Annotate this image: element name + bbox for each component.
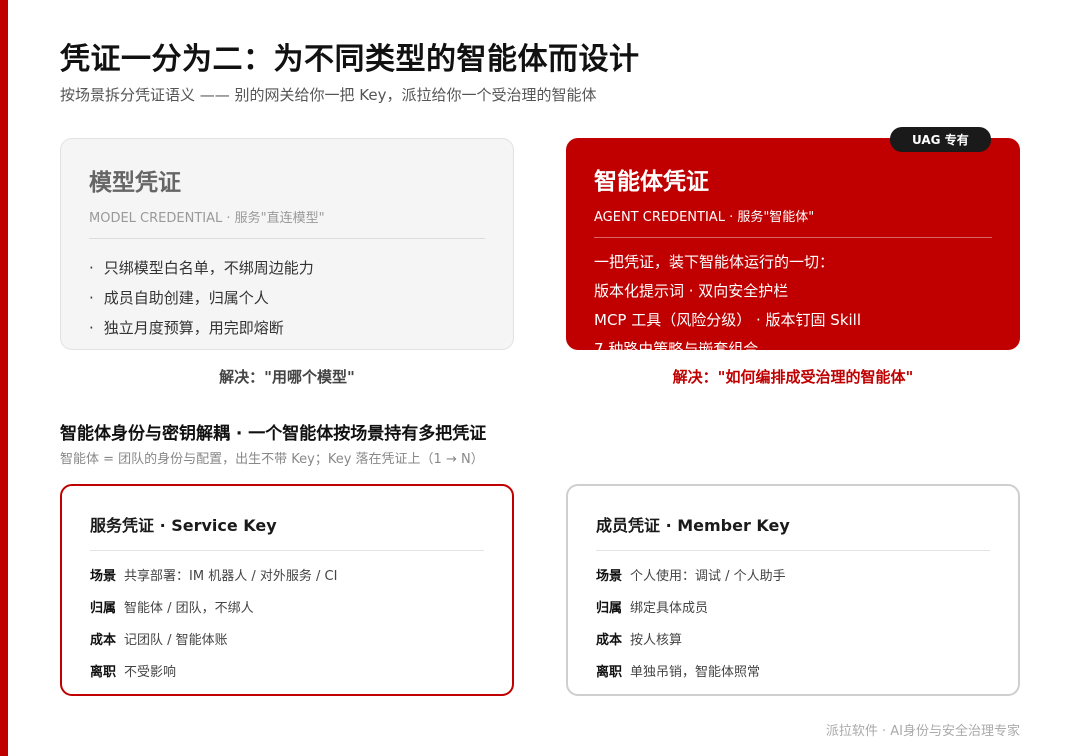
row-value: 绑定具体成员 — [630, 601, 709, 616]
list-item: 7 种路由策略与嵌套组合 — [594, 340, 759, 358]
row-value: 智能体 / 团队，不绑人 — [124, 601, 254, 616]
model-credential-code: MODEL CREDENTIAL · 服务"直连模型" — [89, 207, 485, 239]
model-solve-caption: 解决："用哪个模型" — [219, 368, 355, 386]
row-value: 单独吊销，智能体照常 — [630, 665, 761, 680]
section-title: 智能体身份与密钥解耦 · 一个智能体按场景持有多把凭证 — [60, 424, 487, 444]
agent-credential-lines: 一把凭证，装下智能体运行的一切： 版本化提示词 · 双向安全护栏 MCP 工具（… — [594, 248, 992, 364]
page-subtitle: 按场景拆分凭证语义 —— 别的网关给你一把 Key，派拉给你一个受治理的智能体 — [60, 86, 597, 104]
agent-solve-caption: 解决："如何编排成受治理的智能体" — [672, 368, 914, 386]
row-key: 场景 — [90, 569, 117, 584]
list-item: 成员自助创建，归属个人 — [89, 283, 485, 313]
table-row: 场景 共享部署：IM 机器人 / 对外服务 / CI — [90, 561, 484, 593]
agent-credential-code: AGENT CREDENTIAL · 服务"智能体" — [594, 206, 992, 238]
service-key-card: 服务凭证 · Service Key 场景 共享部署：IM 机器人 / 对外服务 … — [60, 484, 514, 696]
accent-bar — [0, 0, 8, 756]
row-value: 按人核算 — [630, 633, 683, 648]
row-value: 记团队 / 智能体账 — [124, 633, 228, 648]
row-value: 个人使用：调试 / 个人助手 — [630, 569, 786, 584]
table-row: 成本 记团队 / 智能体账 — [90, 625, 484, 657]
row-key: 离职 — [90, 665, 117, 680]
list-item: 版本化提示词 · 双向安全护栏 — [594, 282, 789, 300]
list-item: 独立月度预算，用完即熔断 — [89, 313, 485, 343]
row-value: 共享部署：IM 机器人 / 对外服务 / CI — [124, 569, 338, 584]
table-row: 场景 个人使用：调试 / 个人助手 — [596, 561, 990, 593]
table-row: 成本 按人核算 — [596, 625, 990, 657]
model-credential-card: 模型凭证 MODEL CREDENTIAL · 服务"直连模型" 只绑模型白名单… — [60, 138, 514, 350]
model-credential-title: 模型凭证 — [89, 170, 181, 196]
list-item: 只绑模型白名单，不绑周边能力 — [89, 253, 485, 283]
uag-exclusive-badge: UAG 专有 — [890, 127, 991, 152]
row-key: 成本 — [596, 633, 623, 648]
table-row: 归属 智能体 / 团队，不绑人 — [90, 593, 484, 625]
row-key: 场景 — [596, 569, 623, 584]
row-key: 成本 — [90, 633, 117, 648]
list-item: MCP 工具（风险分级） · 版本钉固 Skill — [594, 311, 862, 329]
row-key: 离职 — [596, 665, 623, 680]
page-title: 凭证一分为二：为不同类型的智能体而设计 — [60, 42, 640, 77]
row-key: 归属 — [90, 601, 117, 616]
table-row: 离职 单独吊销，智能体照常 — [596, 657, 990, 689]
member-key-card: 成员凭证 · Member Key 场景 个人使用：调试 / 个人助手 归属 绑定具… — [566, 484, 1020, 696]
agent-credential-card: 智能体凭证 AGENT CREDENTIAL · 服务"智能体" 一把凭证，装下… — [566, 138, 1020, 358]
table-row: 离职 不受影响 — [90, 657, 484, 689]
row-key: 归属 — [596, 601, 623, 616]
agent-credential-title: 智能体凭证 — [594, 169, 709, 195]
row-value: 不受影响 — [124, 665, 177, 680]
footer-brand: 派拉软件 · AI身份与安全治理专家 — [825, 724, 1020, 739]
section-subtitle: 智能体 = 团队的身份与配置，出生不带 Key；Key 落在凭证上（1 → N） — [60, 452, 484, 467]
service-key-title: 服务凭证 · Service Key — [90, 512, 484, 551]
list-item: 一把凭证，装下智能体运行的一切： — [594, 253, 835, 271]
model-credential-list: 只绑模型白名单，不绑周边能力 成员自助创建，归属个人 独立月度预算，用完即熔断 — [89, 253, 485, 343]
table-row: 归属 绑定具体成员 — [596, 593, 990, 625]
member-key-title: 成员凭证 · Member Key — [596, 512, 990, 551]
